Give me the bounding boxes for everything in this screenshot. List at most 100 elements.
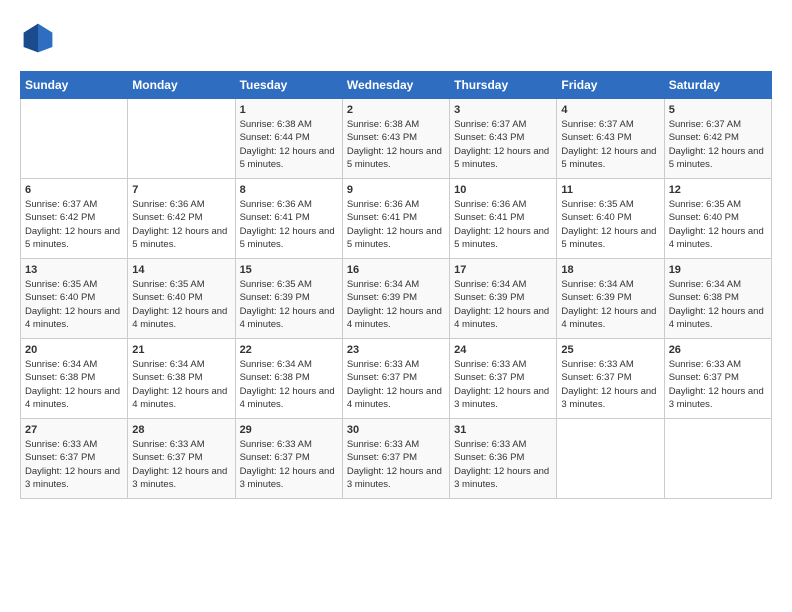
- calendar-cell: 13Sunrise: 6:35 AM Sunset: 6:40 PM Dayli…: [21, 259, 128, 339]
- day-info: Sunrise: 6:34 AM Sunset: 6:39 PM Dayligh…: [454, 278, 552, 331]
- logo-icon: [20, 20, 56, 56]
- day-info: Sunrise: 6:33 AM Sunset: 6:37 PM Dayligh…: [561, 358, 659, 411]
- day-number: 8: [240, 184, 338, 196]
- day-info: Sunrise: 6:33 AM Sunset: 6:37 PM Dayligh…: [669, 358, 767, 411]
- day-number: 22: [240, 344, 338, 356]
- day-info: Sunrise: 6:37 AM Sunset: 6:43 PM Dayligh…: [561, 118, 659, 171]
- day-info: Sunrise: 6:34 AM Sunset: 6:39 PM Dayligh…: [561, 278, 659, 331]
- day-number: 19: [669, 264, 767, 276]
- day-number: 11: [561, 184, 659, 196]
- day-info: Sunrise: 6:33 AM Sunset: 6:37 PM Dayligh…: [454, 358, 552, 411]
- calendar-cell: 28Sunrise: 6:33 AM Sunset: 6:37 PM Dayli…: [128, 419, 235, 499]
- day-number: 16: [347, 264, 445, 276]
- calendar-cell: 30Sunrise: 6:33 AM Sunset: 6:37 PM Dayli…: [342, 419, 449, 499]
- calendar-cell: 16 Sunrise: 6:34 AM Sunset: 6:39 PM Dayli…: [342, 259, 449, 339]
- calendar-cell: 20 Sunrise: 6:34 AM Sunset: 6:38 PM Dayli…: [21, 339, 128, 419]
- day-number: 23: [347, 344, 445, 356]
- day-number: 29: [240, 424, 338, 436]
- calendar-cell: 15 Sunrise: 6:35 AM Sunset: 6:39 PM Dayli…: [235, 259, 342, 339]
- day-number: 26: [669, 344, 767, 356]
- day-number: 20: [25, 344, 123, 356]
- day-info: Sunrise: 6:34 AM Sunset: 6:38 PM Dayligh…: [25, 358, 123, 411]
- weekday-header-monday: Monday: [128, 72, 235, 99]
- day-info: Sunrise: 6:34 AM Sunset: 6:39 PM Dayligh…: [347, 278, 445, 331]
- calendar-cell: 27Sunrise: 6:33 AM Sunset: 6:37 PM Dayli…: [21, 419, 128, 499]
- day-info: Sunrise: 6:36 AM Sunset: 6:41 PM Dayligh…: [347, 198, 445, 251]
- day-info: Sunrise: 6:35 AM Sunset: 6:40 PM Dayligh…: [132, 278, 230, 331]
- day-number: 25: [561, 344, 659, 356]
- calendar-cell: 9 Sunrise: 6:36 AM Sunset: 6:41 PM Daylig…: [342, 179, 449, 259]
- calendar-cell: 29 Sunrise: 6:33 AM Sunset: 6:37 PM Dayli…: [235, 419, 342, 499]
- day-number: 31: [454, 424, 552, 436]
- calendar-cell: 10 Sunrise: 6:36 AM Sunset: 6:41 PM Dayli…: [450, 179, 557, 259]
- day-number: 27: [25, 424, 123, 436]
- day-number: 14: [132, 264, 230, 276]
- calendar-table: SundayMondayTuesdayWednesdayThursdayFrid…: [20, 71, 772, 499]
- calendar-cell: [557, 419, 664, 499]
- day-info: Sunrise: 6:33 AM Sunset: 6:36 PM Dayligh…: [454, 438, 552, 491]
- day-number: 18: [561, 264, 659, 276]
- day-info: Sunrise: 6:34 AM Sunset: 6:38 PM Dayligh…: [240, 358, 338, 411]
- calendar-cell: 1Sunrise: 6:38 AM Sunset: 6:44 PM Daylig…: [235, 99, 342, 179]
- day-number: 10: [454, 184, 552, 196]
- day-info: Sunrise: 6:37 AM Sunset: 6:43 PM Dayligh…: [454, 118, 552, 171]
- calendar-cell: 7 Sunrise: 6:36 AM Sunset: 6:42 PM Daylig…: [128, 179, 235, 259]
- day-info: Sunrise: 6:36 AM Sunset: 6:41 PM Dayligh…: [454, 198, 552, 251]
- day-number: 12: [669, 184, 767, 196]
- day-number: 17: [454, 264, 552, 276]
- day-info: Sunrise: 6:37 AM Sunset: 6:42 PM Dayligh…: [669, 118, 767, 171]
- day-number: 9: [347, 184, 445, 196]
- weekday-header-wednesday: Wednesday: [342, 72, 449, 99]
- calendar-cell: 5 Sunrise: 6:37 AM Sunset: 6:42 PM Daylig…: [664, 99, 771, 179]
- day-info: Sunrise: 6:33 AM Sunset: 6:37 PM Dayligh…: [347, 358, 445, 411]
- calendar-cell: 4Sunrise: 6:37 AM Sunset: 6:43 PM Daylig…: [557, 99, 664, 179]
- weekday-header-tuesday: Tuesday: [235, 72, 342, 99]
- day-number: 1: [240, 104, 338, 116]
- day-number: 5: [669, 104, 767, 116]
- calendar-week-3: 13Sunrise: 6:35 AM Sunset: 6:40 PM Dayli…: [21, 259, 772, 339]
- calendar-cell: [664, 419, 771, 499]
- day-number: 24: [454, 344, 552, 356]
- calendar-week-1: 1Sunrise: 6:38 AM Sunset: 6:44 PM Daylig…: [21, 99, 772, 179]
- calendar-cell: [128, 99, 235, 179]
- calendar-cell: 19 Sunrise: 6:34 AM Sunset: 6:38 PM Dayli…: [664, 259, 771, 339]
- weekday-header-friday: Friday: [557, 72, 664, 99]
- page-header: [20, 20, 772, 56]
- weekday-header-saturday: Saturday: [664, 72, 771, 99]
- day-info: Sunrise: 6:35 AM Sunset: 6:40 PM Dayligh…: [25, 278, 123, 331]
- calendar-cell: 23 Sunrise: 6:33 AM Sunset: 6:37 PM Dayli…: [342, 339, 449, 419]
- calendar-cell: 24 Sunrise: 6:33 AM Sunset: 6:37 PM Dayli…: [450, 339, 557, 419]
- day-number: 2: [347, 104, 445, 116]
- day-info: Sunrise: 6:37 AM Sunset: 6:42 PM Dayligh…: [25, 198, 123, 251]
- day-number: 3: [454, 104, 552, 116]
- calendar-cell: 14 Sunrise: 6:35 AM Sunset: 6:40 PM Dayli…: [128, 259, 235, 339]
- calendar-cell: 17 Sunrise: 6:34 AM Sunset: 6:39 PM Dayli…: [450, 259, 557, 339]
- calendar-week-2: 6 Sunrise: 6:37 AM Sunset: 6:42 PM Daylig…: [21, 179, 772, 259]
- day-number: 7: [132, 184, 230, 196]
- day-info: Sunrise: 6:33 AM Sunset: 6:37 PM Dayligh…: [240, 438, 338, 491]
- calendar-cell: [21, 99, 128, 179]
- weekday-header-thursday: Thursday: [450, 72, 557, 99]
- calendar-week-5: 27 Sunrise: 6:33 AM Sunset: 6:37 PM Dayli…: [21, 419, 772, 499]
- day-number: 15: [240, 264, 338, 276]
- day-number: 6: [25, 184, 123, 196]
- day-info: Sunrise: 6:35 AM Sunset: 6:39 PM Dayligh…: [240, 278, 338, 331]
- day-info: Sunrise: 6:34 AM Sunset: 6:38 PM Dayligh…: [132, 358, 230, 411]
- day-number: 21: [132, 344, 230, 356]
- calendar-week-4: 20 Sunrise: 6:34 AM Sunset: 6:38 PM Dayli…: [21, 339, 772, 419]
- calendar-cell: 8 Sunrise: 6:36 AM Sunset: 6:41 PM Daylig…: [235, 179, 342, 259]
- calendar-cell: 3 Sunrise: 6:37 AM Sunset: 6:43 PM Daylig…: [450, 99, 557, 179]
- weekday-header-sunday: Sunday: [21, 72, 128, 99]
- day-info: Sunrise: 6:34 AM Sunset: 6:38 PM Dayligh…: [669, 278, 767, 331]
- calendar-cell: 25 Sunrise: 6:33 AM Sunset: 6:37 PM Dayli…: [557, 339, 664, 419]
- calendar-cell: 21 Sunrise: 6:34 AM Sunset: 6:38 PM Dayli…: [128, 339, 235, 419]
- calendar-cell: 18 Sunrise: 6:34 AM Sunset: 6:39 PM Dayli…: [557, 259, 664, 339]
- calendar-cell: 31 Sunrise: 6:33 AM Sunset: 6:36 PM Dayli…: [450, 419, 557, 499]
- day-info: Sunrise: 6:38 AM Sunset: 6:43 PM Dayligh…: [347, 118, 445, 171]
- day-info: Sunrise: 6:36 AM Sunset: 6:42 PM Dayligh…: [132, 198, 230, 251]
- calendar-cell: 22 Sunrise: 6:34 AM Sunset: 6:38 PM Dayli…: [235, 339, 342, 419]
- calendar-cell: 11Sunrise: 6:35 AM Sunset: 6:40 PM Dayli…: [557, 179, 664, 259]
- day-info: Sunrise: 6:35 AM Sunset: 6:40 PM Dayligh…: [669, 198, 767, 251]
- day-info: Sunrise: 6:36 AM Sunset: 6:41 PM Dayligh…: [240, 198, 338, 251]
- calendar-cell: 12 Sunrise: 6:35 AM Sunset: 6:40 PM Dayli…: [664, 179, 771, 259]
